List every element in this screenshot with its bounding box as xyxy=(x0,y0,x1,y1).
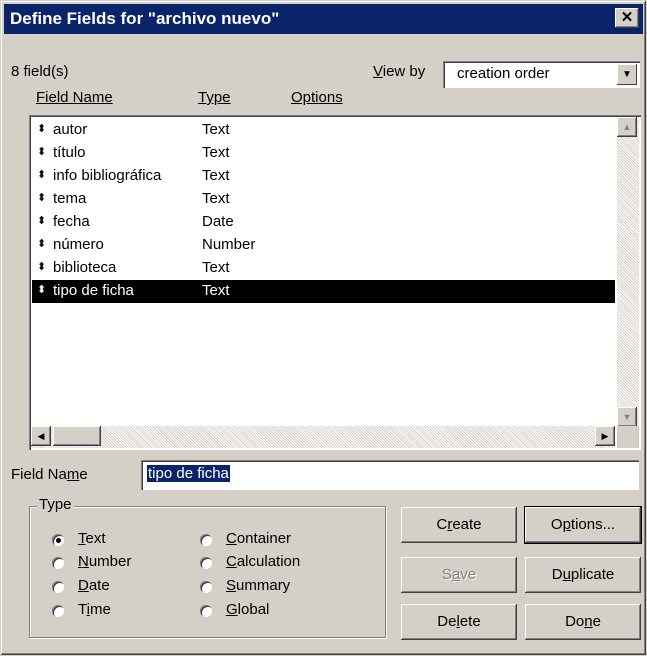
create-button[interactable]: Create xyxy=(401,507,517,543)
radio-label-number[interactable]: Number xyxy=(78,553,131,570)
field-type-cell: Text xyxy=(202,121,230,138)
field-name-label: Field Name xyxy=(11,466,88,483)
scroll-up-icon[interactable]: ▲ xyxy=(617,117,637,137)
field-type-cell: Text xyxy=(202,190,230,207)
scroll-down-icon[interactable]: ▼ xyxy=(617,407,637,427)
radio-date[interactable] xyxy=(52,581,64,593)
field-type-cell: Text xyxy=(202,282,230,299)
field-count: 8 field(s) xyxy=(11,63,69,80)
scroll-corner xyxy=(617,426,639,448)
column-header-type[interactable]: Type xyxy=(198,89,231,106)
vertical-scrollbar[interactable]: ▲ ▼ xyxy=(617,117,639,427)
field-type-cell: Date xyxy=(202,213,234,230)
radio-number[interactable] xyxy=(52,557,64,569)
radio-label-container[interactable]: Container xyxy=(226,530,291,547)
column-header-options[interactable]: Options xyxy=(291,89,343,106)
radio-text[interactable] xyxy=(52,534,64,546)
drag-handle-icon[interactable]: ⬍ xyxy=(37,168,46,181)
list-item-selected[interactable]: ⬍ tipo de ficha Text xyxy=(32,280,615,303)
field-name-cell: tipo de ficha xyxy=(53,282,134,299)
radio-container[interactable] xyxy=(200,534,212,546)
scroll-right-icon[interactable]: ▶ xyxy=(595,426,615,446)
delete-button-label: Delete xyxy=(437,613,481,630)
field-list[interactable]: ⬍ autor Text ⬍ título Text ⬍ info biblio… xyxy=(29,115,641,450)
list-item[interactable]: ⬍ título Text xyxy=(32,142,615,165)
field-name-input[interactable]: tipo de ficha xyxy=(141,460,639,490)
list-item[interactable]: ⬍ info bibliográfica Text xyxy=(32,165,615,188)
done-button[interactable]: Done xyxy=(525,604,641,640)
save-button[interactable]: Save xyxy=(401,557,517,593)
radio-label-calculation[interactable]: Calculation xyxy=(226,553,300,570)
field-name-cell: número xyxy=(53,236,104,253)
drag-handle-icon[interactable]: ⬍ xyxy=(37,283,46,296)
view-by-value: creation order xyxy=(457,65,550,82)
delete-button[interactable]: Delete xyxy=(401,604,517,640)
title-bar: Define Fields for "archivo nuevo" ✕ xyxy=(4,4,643,34)
horizontal-scrollbar[interactable]: ◀ ▶ xyxy=(31,426,615,448)
create-button-label: Create xyxy=(436,516,482,533)
view-by-label: View by xyxy=(373,63,426,80)
field-type-cell: Text xyxy=(202,144,230,161)
drag-handle-icon[interactable]: ⬍ xyxy=(37,145,46,158)
drag-handle-icon[interactable]: ⬍ xyxy=(37,237,46,250)
list-item[interactable]: ⬍ fecha Date xyxy=(32,211,615,234)
close-button[interactable]: ✕ xyxy=(615,8,639,28)
column-header-field-name[interactable]: Field Name xyxy=(36,89,113,106)
view-by-select[interactable]: creation order ▼ xyxy=(443,61,640,88)
drag-handle-icon[interactable]: ⬍ xyxy=(37,122,46,135)
radio-time[interactable] xyxy=(52,605,64,617)
field-name-cell: autor xyxy=(53,121,88,138)
radio-label-date[interactable]: Date xyxy=(78,577,110,594)
field-type-cell: Text xyxy=(202,259,230,276)
drag-handle-icon[interactable]: ⬍ xyxy=(37,214,46,227)
list-item[interactable]: ⬍ autor Text xyxy=(32,119,615,142)
field-type-cell: Text xyxy=(202,167,230,184)
field-name-cell: fecha xyxy=(53,213,90,230)
drag-handle-icon[interactable]: ⬍ xyxy=(37,191,46,204)
list-item[interactable]: ⬍ biblioteca Text xyxy=(32,257,615,280)
field-type-cell: Number xyxy=(202,236,256,253)
options-button[interactable]: Options... xyxy=(524,506,642,544)
field-name-value: tipo de ficha xyxy=(147,465,230,482)
radio-summary[interactable] xyxy=(200,581,212,593)
radio-label-summary[interactable]: Summary xyxy=(226,577,290,594)
options-button-label: Options... xyxy=(550,516,616,533)
save-button-label: Save xyxy=(441,566,477,583)
radio-label-text[interactable]: Text xyxy=(78,530,106,547)
scroll-left-icon[interactable]: ◀ xyxy=(31,426,51,446)
close-icon: ✕ xyxy=(620,9,634,26)
radio-label-global[interactable]: Global xyxy=(226,601,269,618)
type-group-label: Type xyxy=(37,496,74,513)
dialog-title: Define Fields for "archivo nuevo" xyxy=(10,9,280,28)
drag-handle-icon[interactable]: ⬍ xyxy=(37,260,46,273)
field-name-cell: biblioteca xyxy=(53,259,117,276)
define-fields-dialog: Define Fields for "archivo nuevo" ✕ 8 fi… xyxy=(0,0,647,656)
type-group xyxy=(29,506,386,638)
field-name-cell: título xyxy=(53,144,86,161)
duplicate-button-label: Duplicate xyxy=(551,566,615,583)
field-name-cell: tema xyxy=(53,190,87,207)
radio-global[interactable] xyxy=(200,605,212,617)
radio-label-time[interactable]: Time xyxy=(78,601,111,618)
list-item[interactable]: ⬍ tema Text xyxy=(32,188,615,211)
done-button-label: Done xyxy=(565,613,601,630)
scroll-thumb[interactable] xyxy=(53,426,101,446)
list-item[interactable]: ⬍ número Number xyxy=(32,234,615,257)
radio-calculation[interactable] xyxy=(200,557,212,569)
field-name-cell: info bibliográfica xyxy=(53,167,162,184)
chevron-down-icon[interactable]: ▼ xyxy=(617,64,637,85)
duplicate-button[interactable]: Duplicate xyxy=(525,557,641,593)
